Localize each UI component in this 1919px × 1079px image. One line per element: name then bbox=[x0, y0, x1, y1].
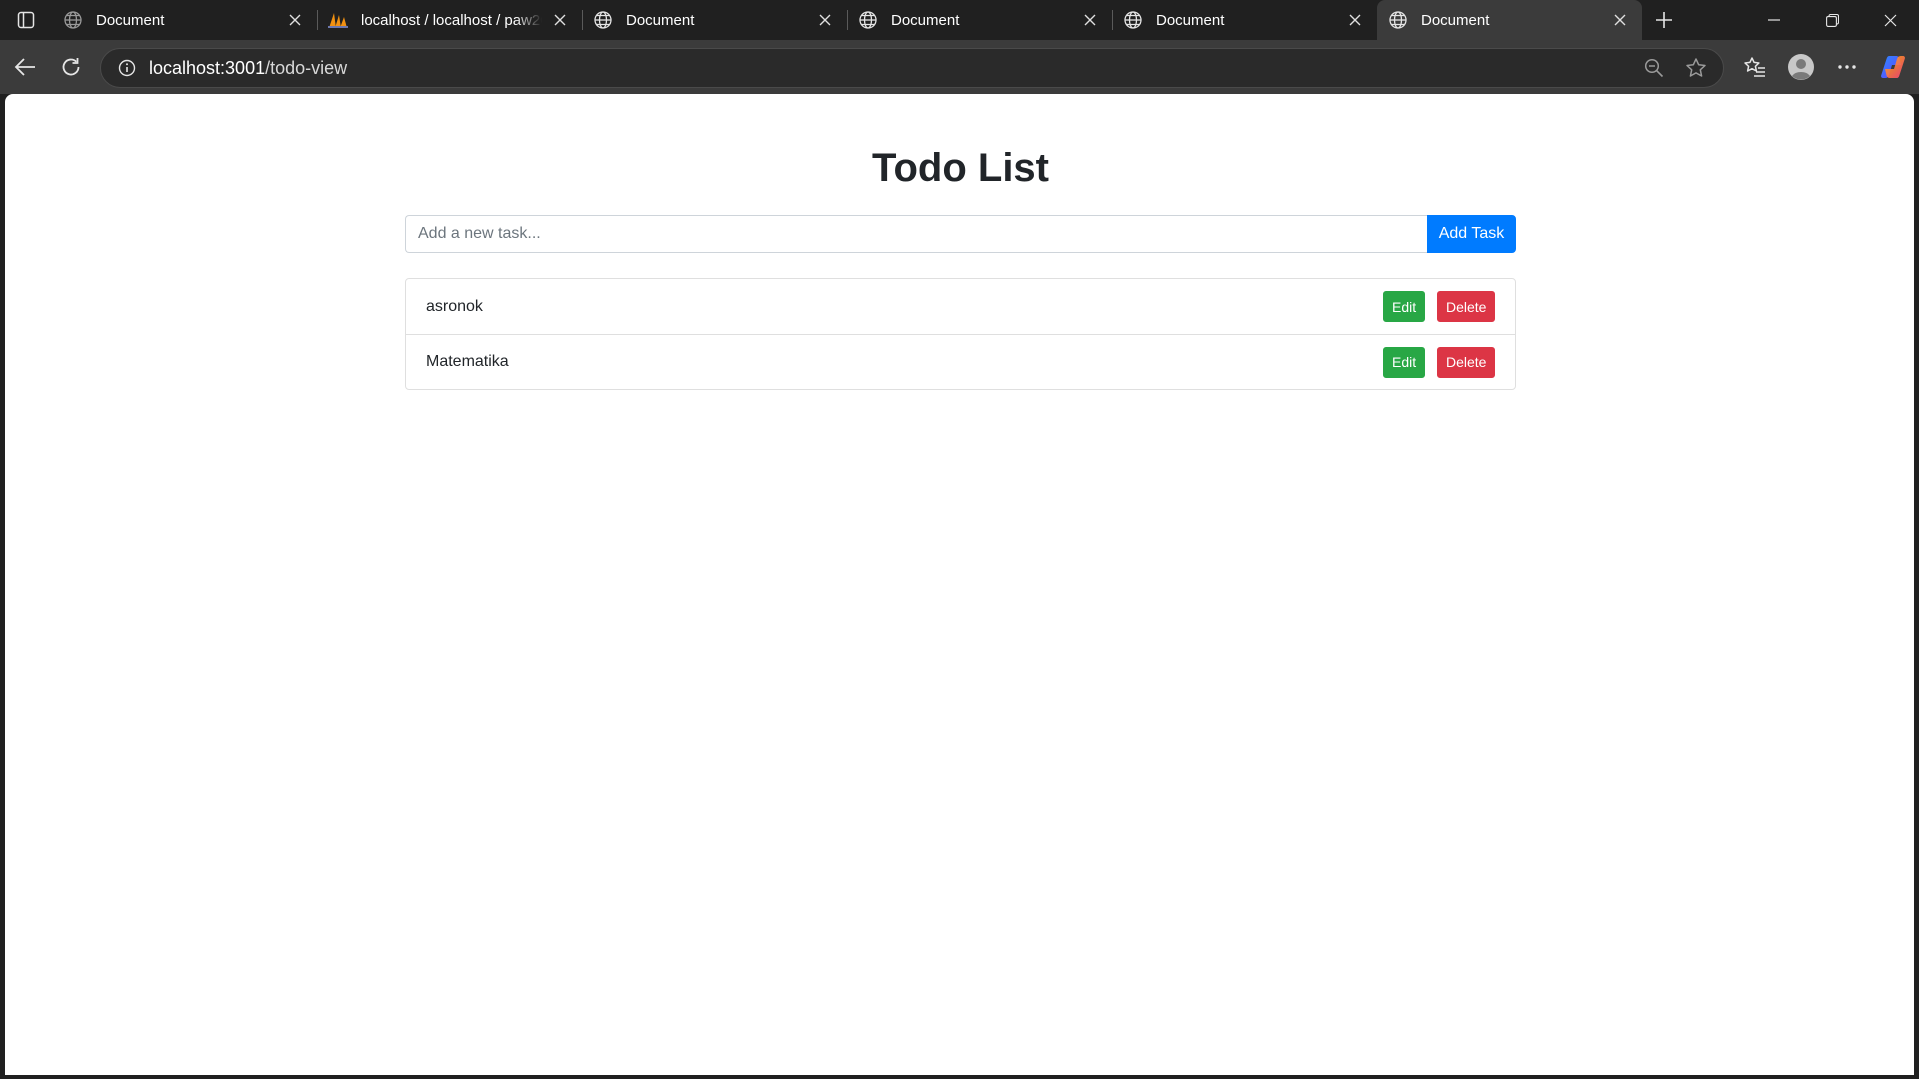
tab-strip: Document localhost / localhost / paw20 D… bbox=[0, 0, 1919, 40]
close-window-button[interactable] bbox=[1861, 0, 1919, 40]
back-arrow-icon bbox=[14, 58, 35, 76]
reload-button[interactable] bbox=[48, 44, 94, 90]
tab-title: Document bbox=[891, 11, 960, 29]
delete-button[interactable]: Delete bbox=[1437, 346, 1495, 378]
favorites-list-icon bbox=[1744, 57, 1765, 77]
new-task-input[interactable] bbox=[405, 215, 1427, 253]
address-bar[interactable]: localhost:3001/todo-view bbox=[100, 48, 1724, 88]
tab-document-1[interactable]: Document bbox=[52, 0, 317, 40]
close-tab-icon[interactable] bbox=[813, 8, 837, 32]
more-menu-button[interactable] bbox=[1824, 44, 1870, 90]
tab-document-3[interactable]: Document bbox=[847, 0, 1112, 40]
phpmyadmin-icon bbox=[327, 9, 349, 31]
globe-icon bbox=[1387, 9, 1409, 31]
tab-document-2[interactable]: Document bbox=[582, 0, 847, 40]
restore-icon bbox=[1825, 13, 1839, 27]
globe-icon bbox=[592, 9, 614, 31]
close-tab-icon[interactable] bbox=[548, 8, 572, 32]
todo-item: asronok Edit Delete bbox=[406, 279, 1515, 334]
avatar-icon bbox=[1788, 54, 1814, 80]
delete-button[interactable]: Delete bbox=[1437, 291, 1495, 322]
sidebar-toggle-button[interactable] bbox=[0, 0, 52, 40]
plus-icon bbox=[1656, 12, 1672, 28]
globe-icon bbox=[62, 9, 84, 31]
site-info-icon[interactable] bbox=[109, 50, 145, 86]
ellipsis-icon bbox=[1838, 65, 1856, 69]
zoom-out-icon bbox=[1644, 58, 1664, 78]
window-bottom-edge bbox=[0, 1075, 1919, 1079]
edit-button[interactable]: Edit bbox=[1383, 291, 1425, 322]
close-tab-icon[interactable] bbox=[1078, 8, 1102, 32]
tab-phpmyadmin[interactable]: localhost / localhost / paw20 bbox=[317, 0, 582, 40]
add-task-form: Add Task bbox=[405, 215, 1516, 253]
close-tab-icon[interactable] bbox=[1343, 8, 1367, 32]
add-task-button[interactable]: Add Task bbox=[1427, 215, 1516, 253]
tab-title: Document bbox=[96, 11, 165, 29]
tabs: Document localhost / localhost / paw20 D… bbox=[52, 0, 1642, 40]
favorite-button[interactable] bbox=[1679, 51, 1713, 85]
edit-button[interactable]: Edit bbox=[1383, 346, 1425, 378]
tab-title: Document bbox=[1156, 11, 1225, 29]
globe-icon bbox=[1122, 9, 1144, 31]
url-path: /todo-view bbox=[265, 57, 348, 78]
tab-title: Document bbox=[626, 11, 695, 29]
tab-title: localhost / localhost / paw20 bbox=[361, 11, 542, 29]
restore-button[interactable] bbox=[1803, 0, 1861, 40]
url-text[interactable]: localhost:3001/todo-view bbox=[149, 58, 347, 79]
reload-icon bbox=[62, 58, 80, 76]
profile-button[interactable] bbox=[1778, 44, 1824, 90]
tab-document-active[interactable]: Document bbox=[1377, 0, 1642, 40]
minimize-icon bbox=[1768, 19, 1780, 21]
star-icon bbox=[1686, 58, 1706, 77]
new-tab-button[interactable] bbox=[1642, 0, 1686, 40]
copilot-button[interactable] bbox=[1870, 44, 1916, 90]
page-viewport: Todo List Add Task asronok Edit Delete M… bbox=[5, 94, 1914, 1075]
todo-item: Matematika Edit Delete bbox=[406, 334, 1515, 389]
back-button[interactable] bbox=[2, 44, 48, 90]
todo-text: Matematika bbox=[426, 353, 509, 370]
url-host: localhost:3001 bbox=[149, 57, 266, 78]
minimize-button[interactable] bbox=[1745, 0, 1803, 40]
close-tab-icon[interactable] bbox=[283, 8, 307, 32]
close-tab-icon[interactable] bbox=[1608, 8, 1632, 32]
window-controls bbox=[1745, 0, 1919, 40]
todo-container: Todo List Add Task asronok Edit Delete M… bbox=[405, 94, 1516, 390]
favorites-button[interactable] bbox=[1732, 44, 1778, 90]
zoom-button[interactable] bbox=[1637, 51, 1671, 85]
copilot-icon bbox=[1881, 56, 1905, 78]
page-title: Todo List bbox=[872, 146, 1049, 190]
toolbar-right bbox=[1732, 44, 1916, 90]
sidebar-icon bbox=[17, 11, 35, 29]
todo-list: asronok Edit Delete Matematika Edit Dele… bbox=[405, 278, 1516, 390]
browser-toolbar: localhost:3001/todo-view bbox=[0, 40, 1919, 94]
tab-title: Document bbox=[1421, 11, 1490, 29]
tab-document-4[interactable]: Document bbox=[1112, 0, 1377, 40]
close-icon bbox=[1884, 14, 1896, 26]
todo-text: asronok bbox=[426, 297, 483, 315]
globe-icon bbox=[857, 9, 879, 31]
